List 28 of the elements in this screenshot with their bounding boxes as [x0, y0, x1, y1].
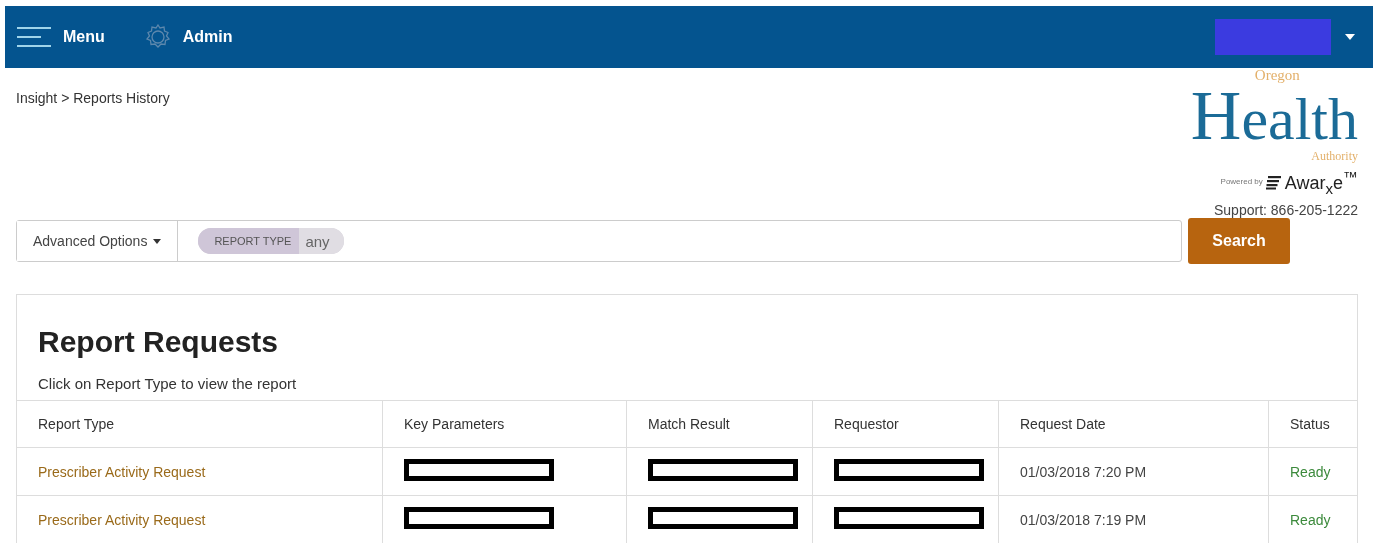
- column-header: Status: [1268, 400, 1357, 448]
- powered-by-text: Powered by: [1220, 177, 1263, 187]
- table-cell: 01/03/2018 7:19 PM: [1020, 511, 1147, 528]
- report-type-link[interactable]: Prescriber Activity Request: [38, 511, 206, 528]
- status-text: Ready: [1290, 511, 1331, 528]
- report-type-link[interactable]: Prescriber Activity Request: [38, 463, 206, 480]
- table-cell: 01/03/2018 7:20 PM: [1020, 463, 1147, 480]
- column-header: Requestor: [812, 400, 999, 448]
- menu-button[interactable]: Menu: [17, 26, 105, 48]
- logo-health-word: Health: [1190, 83, 1358, 150]
- status-text: Ready: [1290, 463, 1331, 480]
- support-phone: Support: 866-205-1222: [1214, 202, 1358, 219]
- logo-authority-word: Authority: [1311, 149, 1358, 162]
- column-header: Match Result: [626, 400, 813, 448]
- column-header: Report Type: [17, 400, 383, 448]
- caret-icon[interactable]: [1345, 34, 1355, 40]
- search-button[interactable]: Search: [1188, 218, 1290, 264]
- menu-icon: [17, 26, 51, 48]
- logo-oregon-word: Oregon: [1254, 68, 1300, 83]
- column-header: Request Date: [998, 400, 1269, 448]
- settings-icon: [144, 24, 171, 50]
- breadcrumb: Insight > Reports History: [16, 90, 170, 108]
- column-header: Key Parameters: [382, 400, 627, 448]
- awarxe-brand: Awar$_{x}$e$^{™}$: [1284, 167, 1358, 197]
- admin-button[interactable]: Admin: [144, 24, 233, 50]
- card-title: Report Requests: [38, 325, 280, 359]
- stripes-icon: [1265, 173, 1282, 190]
- hint-text: Click on Report Type to view the report: [38, 375, 298, 392]
